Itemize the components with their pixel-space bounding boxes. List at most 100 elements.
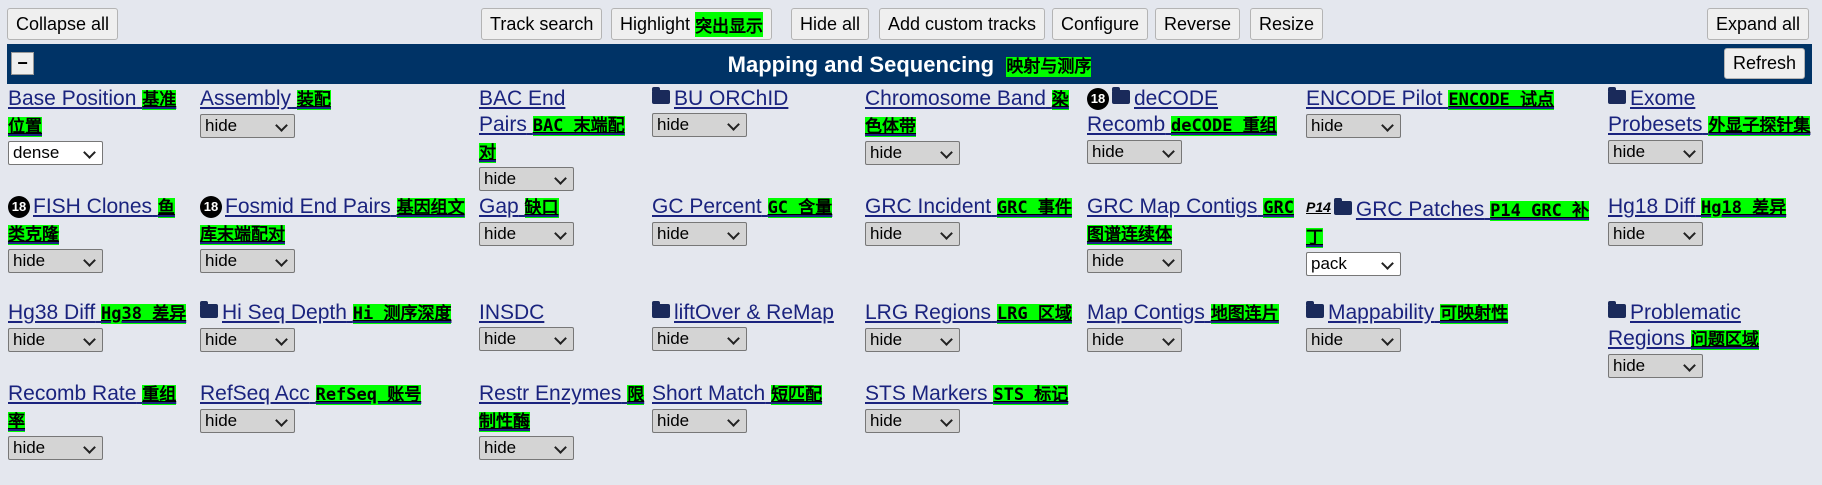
track-hg38-diff: Hg38 Diff Hg38 差异 hide	[8, 300, 193, 352]
visibility-select[interactable]: hide	[1306, 328, 1401, 352]
track-mappability: Mappability 可映射性 hide	[1306, 300, 1596, 352]
track-link[interactable]: Hi Seq Depth Hi 测序深度	[222, 301, 452, 324]
track-lrg-regions: LRG Regions LRG 区域 hide	[865, 300, 1080, 352]
group-header: − Mapping and Sequencing 映射与测序 Refresh	[7, 44, 1812, 84]
track-link[interactable]: Restr Enzymes 限制性酶	[479, 382, 645, 432]
track-link[interactable]: Chromosome Band 染色体带	[865, 87, 1069, 137]
visibility-select[interactable]: hide	[1608, 354, 1703, 378]
track-exome-probesets: Exome Probesets 外显子探针集 hide	[1608, 86, 1813, 164]
track-grc-incident: GRC Incident GRC 事件 hide	[865, 194, 1080, 246]
track-link[interactable]: GRC Incident GRC 事件	[865, 195, 1072, 218]
age-18-badge-icon: 18	[8, 196, 30, 218]
track-link[interactable]: Base Position 基准位置	[8, 87, 177, 137]
track-short-match: Short Match 短匹配 hide	[652, 381, 857, 433]
visibility-select[interactable]: pack	[1306, 252, 1401, 276]
visibility-select[interactable]: hide	[652, 409, 747, 433]
folder-icon	[1333, 198, 1352, 215]
reverse-button[interactable]: Reverse	[1155, 8, 1241, 40]
track-link[interactable]: Map Contigs 地图连片	[1087, 301, 1279, 324]
track-link[interactable]: Problematic Regions 问题区域	[1608, 301, 1759, 350]
track-link[interactable]: BAC End Pairs BAC 末端配对	[479, 87, 625, 163]
track-map-contigs: Map Contigs 地图连片 hide	[1087, 300, 1297, 352]
track-link[interactable]: FISH Clones 鱼类克隆	[8, 195, 175, 245]
resize-button[interactable]: Resize	[1250, 8, 1324, 40]
track-link[interactable]: LRG Regions LRG 区域	[865, 301, 1072, 324]
visibility-select[interactable]: hide	[1306, 114, 1401, 138]
track-link[interactable]: liftOver & ReMap	[674, 301, 834, 324]
collapse-all-button[interactable]: Collapse all	[7, 8, 119, 40]
visibility-select[interactable]: dense	[8, 141, 103, 165]
track-link[interactable]: STS Markers STS 标记	[865, 382, 1069, 405]
track-link[interactable]: BU ORChID	[674, 87, 788, 110]
age-18-badge-icon: 18	[1087, 88, 1109, 110]
folder-icon	[1608, 301, 1626, 318]
folder-icon	[1306, 301, 1324, 318]
track-decode-recomb: 18 deCODE Recomb deCODE 重组 hide	[1087, 86, 1297, 164]
track-grc-map-contigs: GRC Map Contigs GRC 图谱连续体 hide	[1087, 194, 1297, 273]
track-link[interactable]: Hg38 Diff Hg38 差异	[8, 301, 187, 324]
track-refseq-acc: RefSeq Acc RefSeq 账号 hide	[200, 381, 470, 433]
visibility-select[interactable]: hide	[200, 409, 295, 433]
visibility-select[interactable]: hide	[479, 436, 574, 460]
visibility-select[interactable]: hide	[1087, 249, 1182, 273]
track-fish-clones: 18 FISH Clones 鱼类克隆 hide	[8, 194, 180, 273]
age-18-badge-icon: 18	[200, 196, 222, 218]
visibility-select[interactable]: hide	[479, 222, 574, 246]
track-liftover-remap: liftOver & ReMap hide	[652, 300, 857, 351]
visibility-select[interactable]: hide	[865, 328, 960, 352]
track-search-button[interactable]: Track search	[481, 8, 603, 40]
track-link[interactable]: Assembly 装配	[200, 87, 331, 110]
track-link[interactable]: INSDC	[479, 301, 544, 324]
expand-all-button[interactable]: Expand all	[1707, 8, 1810, 40]
track-link[interactable]: Short Match 短匹配	[652, 382, 823, 405]
highlight-button[interactable]: Highlight 突出显示	[611, 8, 773, 40]
track-bac-end-pairs: BAC End Pairs BAC 末端配对 hide	[479, 86, 639, 191]
track-link[interactable]: GC Percent GC 含量	[652, 195, 833, 218]
track-link[interactable]: Fosmid End Pairs 基因组文库末端配对	[200, 195, 465, 245]
visibility-select[interactable]: hide	[8, 249, 103, 273]
track-link[interactable]: Gap 缺口	[479, 195, 559, 218]
refresh-button[interactable]: Refresh	[1723, 48, 1805, 79]
p14-badge-icon: P14	[1306, 199, 1331, 215]
track-link[interactable]: Mappability 可映射性	[1328, 301, 1509, 324]
visibility-select[interactable]: hide	[865, 141, 960, 165]
visibility-select[interactable]: hide	[652, 327, 747, 351]
track-link[interactable]: Hg18 Diff Hg18 差异	[1608, 195, 1787, 218]
track-encode-pilot: ENCODE Pilot ENCODE 试点 hide	[1306, 86, 1596, 138]
add-custom-tracks-button[interactable]: Add custom tracks	[879, 8, 1046, 40]
track-hi-seq-depth: Hi Seq Depth Hi 测序深度 hide	[200, 300, 470, 352]
folder-icon	[200, 301, 218, 318]
folder-icon	[1608, 87, 1626, 104]
visibility-select[interactable]: hide	[8, 328, 103, 352]
visibility-select[interactable]: hide	[200, 114, 295, 138]
group-title-en: Mapping and Sequencing	[727, 52, 995, 77]
track-link[interactable]: ENCODE Pilot ENCODE 试点	[1306, 87, 1555, 110]
track-link[interactable]: GRC Map Contigs GRC 图谱连续体	[1087, 195, 1294, 245]
highlight-label: Highlight	[620, 13, 691, 34]
visibility-select[interactable]: hide	[1087, 328, 1182, 352]
group-title: Mapping and Sequencing 映射与测序	[7, 52, 1812, 78]
visibility-select[interactable]: hide	[200, 328, 295, 352]
track-chromosome-band: Chromosome Band 染色体带 hide	[865, 86, 1080, 165]
group-title-cn: 映射与测序	[1006, 57, 1092, 77]
track-hg18-diff: Hg18 Diff Hg18 差异 hide	[1608, 194, 1813, 246]
track-problematic-regions: Problematic Regions 问题区域 hide	[1608, 300, 1813, 378]
visibility-select[interactable]: hide	[652, 113, 747, 137]
visibility-select[interactable]: hide	[200, 249, 295, 273]
visibility-select[interactable]: hide	[479, 327, 574, 351]
visibility-select[interactable]: hide	[1087, 140, 1182, 164]
track-link[interactable]: RefSeq Acc RefSeq 账号	[200, 382, 422, 405]
visibility-select[interactable]: hide	[479, 167, 574, 191]
track-link[interactable]: Recomb Rate 重组率	[8, 382, 177, 432]
visibility-select[interactable]: hide	[1608, 140, 1703, 164]
track-link[interactable]: Exome Probesets 外显子探针集	[1608, 87, 1811, 136]
visibility-select[interactable]: hide	[865, 409, 960, 433]
visibility-select[interactable]: hide	[652, 222, 747, 246]
visibility-select[interactable]: hide	[865, 222, 960, 246]
configure-button[interactable]: Configure	[1052, 8, 1149, 40]
visibility-select[interactable]: hide	[1608, 222, 1703, 246]
hide-all-button[interactable]: Hide all	[791, 8, 870, 40]
folder-icon	[652, 87, 670, 104]
track-gap: Gap 缺口 hide	[479, 194, 639, 246]
visibility-select[interactable]: hide	[8, 436, 103, 460]
